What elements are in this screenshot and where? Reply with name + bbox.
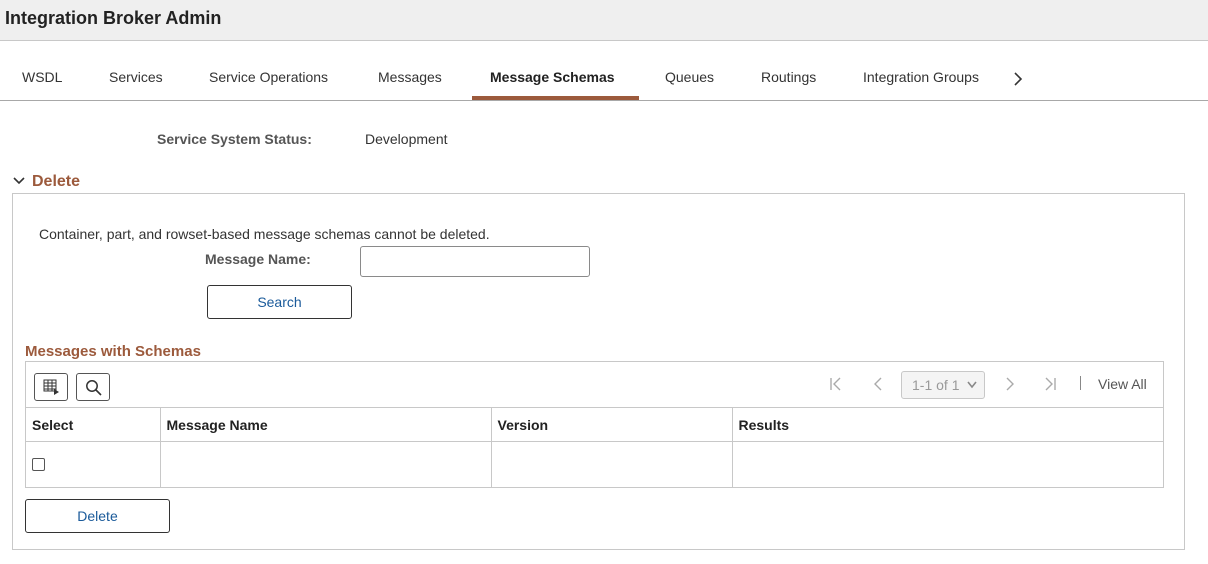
delete-info-text: Container, part, and rowset-based messag…	[39, 226, 490, 242]
tab-service-operations[interactable]: Service Operations	[209, 69, 328, 85]
personalize-grid-icon	[43, 379, 59, 395]
chevron-right-icon[interactable]	[1010, 67, 1026, 91]
grid-toolbar: 1-1 of 1 View All	[26, 362, 1163, 407]
active-tab-indicator	[472, 96, 639, 100]
search-icon	[86, 380, 102, 396]
pager-divider	[1080, 376, 1081, 390]
view-all-link[interactable]: View All	[1098, 376, 1147, 392]
column-header-version[interactable]: Version	[491, 407, 733, 442]
results-cell	[732, 441, 1163, 488]
tab-wsdl[interactable]: WSDL	[22, 69, 62, 85]
message-name-label: Message Name:	[205, 251, 311, 267]
grid-title: Messages with Schemas	[25, 343, 201, 360]
message-name-input[interactable]	[360, 246, 590, 277]
delete-section-title: Delete	[32, 173, 81, 190]
tab-bar: WSDL Services Service Operations Message…	[0, 41, 1208, 101]
first-page-icon[interactable]	[829, 375, 843, 393]
grid-header-row: Select Message Name Version Results	[26, 407, 1163, 442]
tab-queues[interactable]: Queues	[665, 69, 714, 85]
last-page-icon[interactable]	[1043, 375, 1057, 393]
grid-search-button[interactable]	[76, 373, 110, 401]
column-header-results[interactable]: Results	[732, 407, 1163, 442]
tab-services[interactable]: Services	[109, 69, 163, 85]
column-header-select[interactable]: Select	[26, 407, 161, 442]
row-select-checkbox[interactable]	[32, 457, 45, 471]
chevron-down-icon	[13, 177, 25, 185]
tab-routings[interactable]: Routings	[761, 69, 816, 85]
service-system-status-label: Service System Status:	[157, 131, 312, 147]
page-title: Integration Broker Admin	[5, 8, 222, 28]
page-range-value: 1-1 of 1	[912, 377, 960, 393]
service-system-status-value: Development	[365, 131, 448, 147]
message-name-cell	[160, 441, 492, 488]
delete-button[interactable]: Delete	[25, 499, 170, 533]
chevron-down-icon	[967, 381, 977, 389]
select-cell	[26, 441, 161, 488]
page-range-select[interactable]: 1-1 of 1	[901, 371, 985, 399]
table-row	[26, 441, 1163, 488]
tab-messages[interactable]: Messages	[378, 69, 442, 85]
grid-table: Select Message Name Version Results	[26, 407, 1163, 488]
version-cell	[491, 441, 733, 488]
next-page-icon[interactable]	[1003, 375, 1017, 393]
search-button[interactable]: Search	[207, 285, 352, 319]
app-header: Integration Broker Admin	[0, 0, 1208, 41]
messages-grid: 1-1 of 1 View All Select Message Name Ve…	[25, 361, 1164, 488]
tab-integration-groups[interactable]: Integration Groups	[863, 69, 979, 85]
previous-page-icon[interactable]	[871, 375, 885, 393]
column-header-message-name[interactable]: Message Name	[160, 407, 492, 442]
personalize-grid-button[interactable]	[34, 373, 68, 401]
tab-message-schemas[interactable]: Message Schemas	[490, 69, 615, 85]
